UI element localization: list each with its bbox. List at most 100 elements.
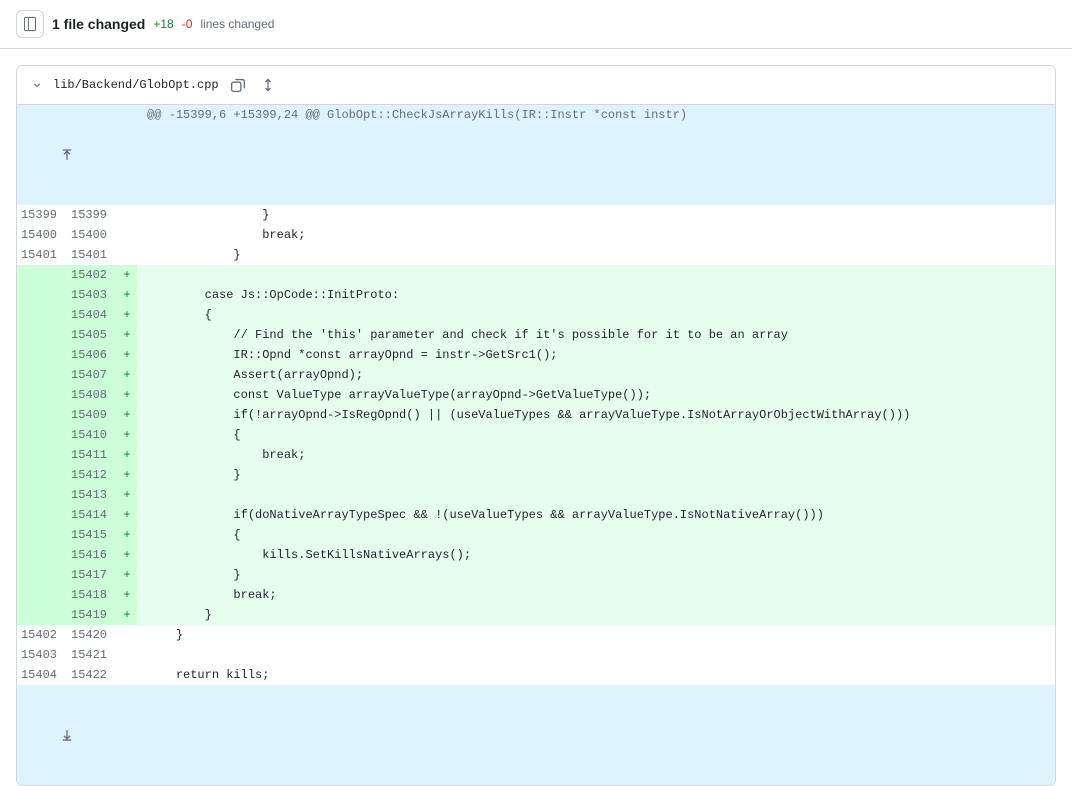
diff-line-addition: 15403+ case Js::OpCode::InitProto: bbox=[17, 285, 1055, 305]
old-line-number[interactable] bbox=[17, 385, 67, 405]
new-line-number[interactable]: 15400 bbox=[67, 225, 117, 245]
old-line-number[interactable]: 15401 bbox=[17, 245, 67, 265]
diff-marker bbox=[117, 645, 137, 665]
old-line-number[interactable] bbox=[17, 345, 67, 365]
old-line-number[interactable] bbox=[17, 305, 67, 325]
additions-count: +18 bbox=[153, 17, 173, 31]
hunk-footer-row bbox=[17, 685, 1055, 785]
collapse-file-button[interactable] bbox=[29, 77, 45, 93]
diff-marker: + bbox=[117, 425, 137, 445]
code-cell: } bbox=[137, 245, 1055, 265]
old-line-number[interactable]: 15404 bbox=[17, 665, 67, 685]
new-line-number[interactable]: 15405 bbox=[67, 325, 117, 345]
new-line-number[interactable]: 15406 bbox=[67, 345, 117, 365]
new-line-number[interactable]: 15404 bbox=[67, 305, 117, 325]
copy-path-button[interactable] bbox=[227, 74, 249, 96]
diff-marker: + bbox=[117, 565, 137, 585]
code-cell: Assert(arrayOpnd); bbox=[137, 365, 1055, 385]
new-line-number[interactable]: 15408 bbox=[67, 385, 117, 405]
diff-marker bbox=[117, 665, 137, 685]
layout-toggle-button[interactable] bbox=[16, 10, 44, 38]
code-cell: { bbox=[137, 525, 1055, 545]
copy-icon bbox=[231, 78, 245, 92]
diff-marker: + bbox=[117, 345, 137, 365]
code-cell: // Find the 'this' parameter and check i… bbox=[137, 325, 1055, 345]
diff-summary-bar: 1 file changed +18 -0 lines changed bbox=[0, 0, 1072, 49]
old-line-number[interactable] bbox=[17, 285, 67, 305]
diff-line-addition: 15411+ break; bbox=[17, 445, 1055, 465]
diff-line-addition: 15404+ { bbox=[17, 305, 1055, 325]
code-cell: if(doNativeArrayTypeSpec && !(useValueTy… bbox=[137, 505, 1055, 525]
new-line-number[interactable]: 15402 bbox=[67, 265, 117, 285]
old-line-number[interactable] bbox=[17, 365, 67, 385]
new-line-number[interactable]: 15412 bbox=[67, 465, 117, 485]
file-path[interactable]: lib/Backend/GlobOpt.cpp bbox=[53, 78, 219, 92]
diff-line-addition: 15406+ IR::Opnd *const arrayOpnd = instr… bbox=[17, 345, 1055, 365]
diff-line-addition: 15410+ { bbox=[17, 425, 1055, 445]
new-line-number[interactable]: 15418 bbox=[67, 585, 117, 605]
new-line-number[interactable]: 15411 bbox=[67, 445, 117, 465]
code-cell: break; bbox=[137, 585, 1055, 605]
diff-marker: + bbox=[117, 445, 137, 465]
new-line-number[interactable]: 15407 bbox=[67, 365, 117, 385]
code-cell: const ValueType arrayValueType(arrayOpnd… bbox=[137, 385, 1055, 405]
old-line-number[interactable] bbox=[17, 525, 67, 545]
old-line-number[interactable] bbox=[17, 425, 67, 445]
diff-marker: + bbox=[117, 305, 137, 325]
new-line-number[interactable]: 15421 bbox=[67, 645, 117, 665]
old-line-number[interactable] bbox=[17, 585, 67, 605]
code-cell: } bbox=[137, 605, 1055, 625]
new-line-number[interactable]: 15409 bbox=[67, 405, 117, 425]
old-line-number[interactable]: 15400 bbox=[17, 225, 67, 245]
old-line-number[interactable]: 15403 bbox=[17, 645, 67, 665]
diff-line-context: 1539915399 } bbox=[17, 205, 1055, 225]
new-line-number[interactable]: 15399 bbox=[67, 205, 117, 225]
new-line-number[interactable]: 15401 bbox=[67, 245, 117, 265]
old-line-number[interactable] bbox=[17, 545, 67, 565]
code-cell: break; bbox=[137, 445, 1055, 465]
new-line-number[interactable]: 15419 bbox=[67, 605, 117, 625]
old-line-number[interactable] bbox=[17, 565, 67, 585]
code-cell: } bbox=[137, 565, 1055, 585]
old-line-number[interactable] bbox=[17, 265, 67, 285]
old-line-number[interactable] bbox=[17, 485, 67, 505]
old-line-number[interactable] bbox=[17, 505, 67, 525]
old-line-number[interactable]: 15402 bbox=[17, 625, 67, 645]
diff-line-addition: 15415+ { bbox=[17, 525, 1055, 545]
code-cell: break; bbox=[137, 225, 1055, 245]
new-line-number[interactable]: 15403 bbox=[67, 285, 117, 305]
new-line-number[interactable]: 15422 bbox=[67, 665, 117, 685]
diff-line-addition: 15414+ if(doNativeArrayTypeSpec && !(use… bbox=[17, 505, 1055, 525]
old-line-number[interactable] bbox=[17, 445, 67, 465]
old-line-number[interactable] bbox=[17, 405, 67, 425]
code-cell: } bbox=[137, 465, 1055, 485]
new-line-number[interactable]: 15413 bbox=[67, 485, 117, 505]
diff-line-context: 1540015400 break; bbox=[17, 225, 1055, 245]
expand-down-button[interactable] bbox=[17, 725, 117, 745]
new-line-number[interactable]: 15415 bbox=[67, 525, 117, 545]
diff-line-addition: 15418+ break; bbox=[17, 585, 1055, 605]
chevron-down-icon bbox=[31, 79, 43, 91]
new-line-number[interactable]: 15410 bbox=[67, 425, 117, 445]
new-line-number[interactable]: 15414 bbox=[67, 505, 117, 525]
code-cell: } bbox=[137, 205, 1055, 225]
new-line-number[interactable]: 15417 bbox=[67, 565, 117, 585]
diff-line-context: 1540415422 return kills; bbox=[17, 665, 1055, 685]
diff-line-addition: 15402+ bbox=[17, 265, 1055, 285]
old-line-number[interactable] bbox=[17, 605, 67, 625]
expand-up-button[interactable] bbox=[17, 145, 117, 165]
diff-marker bbox=[117, 205, 137, 225]
diff-line-addition: 15408+ const ValueType arrayValueType(ar… bbox=[17, 385, 1055, 405]
old-line-number[interactable] bbox=[17, 465, 67, 485]
diff-marker: + bbox=[117, 485, 137, 505]
expand-collapse-button[interactable] bbox=[257, 74, 279, 96]
diff-line-addition: 15417+ } bbox=[17, 565, 1055, 585]
diff-marker: + bbox=[117, 465, 137, 485]
new-line-number[interactable]: 15420 bbox=[67, 625, 117, 645]
old-line-number[interactable]: 15399 bbox=[17, 205, 67, 225]
sidebar-layout-icon bbox=[22, 16, 38, 32]
expand-up-icon bbox=[60, 148, 74, 162]
new-line-number[interactable]: 15416 bbox=[67, 545, 117, 565]
code-cell: kills.SetKillsNativeArrays(); bbox=[137, 545, 1055, 565]
old-line-number[interactable] bbox=[17, 325, 67, 345]
